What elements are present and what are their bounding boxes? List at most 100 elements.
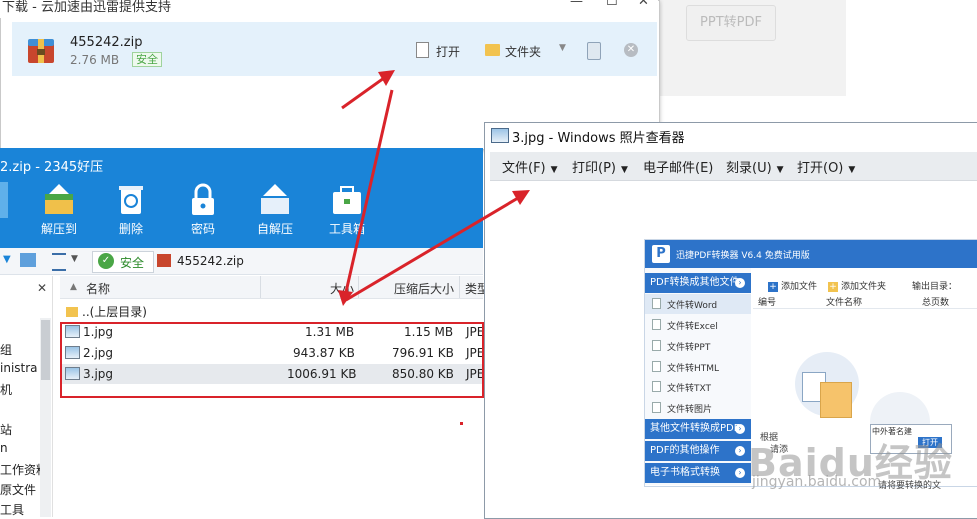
maximize-button[interactable]: ☐ — [606, 0, 618, 9]
side-item-label: 文件转图片 — [667, 405, 713, 415]
side-header-label: 电子书格式转换 — [650, 467, 720, 478]
tree-item[interactable]: 原文件 — [0, 481, 36, 498]
zip-window-title: 2.zip - 2345好压 — [0, 160, 104, 175]
side-item: 文件转PPT — [652, 340, 710, 353]
side-header: PDF转换成其他文件 › — [645, 273, 751, 293]
embedded-col: 总页数 — [922, 298, 950, 308]
doc-icon — [652, 298, 661, 309]
side-item-label: 文件转Word — [667, 301, 718, 311]
extract-button[interactable]: 解压到 — [31, 182, 87, 237]
side-header: PDF的其他操作 › — [645, 441, 751, 461]
menu-print[interactable]: 打印(P) ▼ — [572, 157, 628, 176]
menu-file[interactable]: 文件(F) ▼ — [502, 157, 558, 176]
up-folder-icon[interactable] — [20, 253, 36, 267]
photo-viewer-icon — [491, 128, 509, 143]
annotation-dot — [460, 422, 463, 425]
menu-burn[interactable]: 刻录(U) ▼ — [726, 157, 784, 176]
password-button[interactable]: 密码 — [175, 182, 231, 237]
folder-icon — [66, 307, 78, 317]
close-button[interactable]: ✕ — [638, 0, 649, 9]
chevron-down-icon: ▼ — [550, 165, 558, 175]
recycle-icon — [119, 186, 143, 214]
embedded-app-logo: P — [652, 245, 670, 263]
archive-path: 455242.zip — [177, 254, 244, 268]
embedded-col: 文件名称 — [826, 298, 863, 308]
extract-label: 解压到 — [40, 222, 77, 236]
self-extract-icon — [261, 184, 289, 214]
embedded-add-file: + 添加文件 — [768, 279, 817, 292]
self-extract-button[interactable]: 自解压 — [247, 182, 303, 237]
sort-icon: ▲ — [70, 282, 77, 292]
minimize-button[interactable]: — — [570, 0, 583, 9]
embedded-add-folder-label: 添加文件夹 — [841, 282, 887, 292]
column-divider[interactable] — [459, 276, 460, 298]
tree-item[interactable]: 机 — [0, 381, 12, 398]
embedded-add-file-label: 添加文件 — [781, 282, 818, 292]
parent-dir-label: ..(上层目录) — [82, 305, 147, 319]
tree-item[interactable]: 工具 — [0, 501, 24, 518]
toolbox-button[interactable]: 工具箱 — [319, 182, 375, 237]
list-item-parent[interactable]: ..(上层目录) — [60, 300, 483, 320]
column-name[interactable]: 名称 — [86, 280, 110, 297]
archive-icon — [157, 254, 171, 267]
annotation-highlight-box — [60, 322, 484, 398]
tree-item[interactable]: 组 — [0, 341, 12, 358]
view-list-icon[interactable] — [52, 253, 66, 271]
side-header-label: PDF转换成其他文件 — [650, 277, 740, 288]
chevron-down-icon[interactable]: ▼ — [559, 43, 566, 53]
extract-icon — [45, 184, 73, 214]
menu-burn-label: 刻录(U) — [726, 161, 772, 176]
tree-item[interactable]: n — [0, 441, 8, 455]
embedded-app-title: 迅捷PDF转换器 V6.4 免费试用版 — [676, 251, 810, 261]
menu-open[interactable]: 打开(O) ▼ — [797, 157, 855, 176]
chevron-icon: › — [735, 446, 745, 456]
view-dropdown-icon[interactable]: ▼ — [71, 254, 78, 264]
tree-scroll-thumb[interactable] — [41, 320, 50, 380]
tree-item[interactable]: inistra — [0, 361, 38, 375]
delete-button[interactable]: 删除 — [103, 182, 159, 237]
menu-open-label: 打开(O) — [797, 161, 844, 176]
zip-archive-icon — [28, 39, 54, 63]
dismiss-button[interactable]: ✕ — [624, 43, 638, 57]
self-extract-label: 自解压 — [256, 222, 293, 236]
doc-icon — [652, 361, 661, 372]
embedded-output-dir: 输出目录： — [912, 282, 958, 292]
side-item: 文件转HTML — [652, 361, 719, 374]
side-item-label: 文件转PPT — [667, 343, 711, 353]
open-button[interactable]: 打开 — [436, 43, 460, 60]
ppt-to-pdf-button[interactable]: PPT转PDF — [686, 5, 776, 41]
tree-item[interactable]: 站 — [0, 421, 12, 438]
column-size[interactable]: 大小 — [330, 280, 354, 297]
side-item-label: 文件转TXT — [667, 384, 712, 394]
menu-email-label: 电子邮件(E) — [643, 161, 714, 176]
doc-icon — [652, 319, 661, 330]
chevron-down-icon: ▼ — [620, 165, 628, 175]
column-divider[interactable] — [260, 276, 261, 298]
tree-close-icon[interactable]: ✕ — [37, 281, 47, 295]
doc-icon — [652, 340, 661, 351]
column-divider[interactable] — [358, 276, 359, 298]
side-item-label: 文件转HTML — [667, 364, 720, 374]
plus-icon: + — [768, 282, 778, 292]
menu-print-label: 打印(P) — [572, 161, 616, 176]
side-header-label: 其他文件转换成PDF — [650, 423, 740, 434]
side-header: 其他文件转换成PDF › — [645, 419, 751, 439]
delete-label: 删除 — [118, 222, 143, 236]
side-item-label: 文件转Excel — [667, 322, 718, 332]
menu-email[interactable]: 电子邮件(E) — [643, 157, 713, 176]
doc-icon — [652, 402, 661, 413]
folder-button[interactable]: 文件夹 — [505, 43, 541, 60]
folder-icon — [485, 44, 500, 56]
phone-icon[interactable] — [587, 42, 601, 60]
column-packed-size[interactable]: 压缩后大小 — [394, 280, 454, 297]
download-title: 下载 - 云加速由迅雷提供支持 — [2, 0, 171, 15]
chevron-down-icon: ▼ — [776, 165, 784, 175]
side-item: 文件转图片 — [652, 402, 712, 415]
side-header: 电子书格式转换 › — [645, 463, 751, 483]
dropdown-icon[interactable]: ▼ — [3, 254, 11, 265]
file-icon — [416, 42, 429, 58]
baidu-watermark-url: jingyan.baidu.com — [752, 474, 882, 490]
download-file-size: 2.76 MB — [70, 53, 120, 67]
toolbox-icon — [333, 186, 361, 214]
embedded-col: 编号 — [758, 298, 777, 308]
